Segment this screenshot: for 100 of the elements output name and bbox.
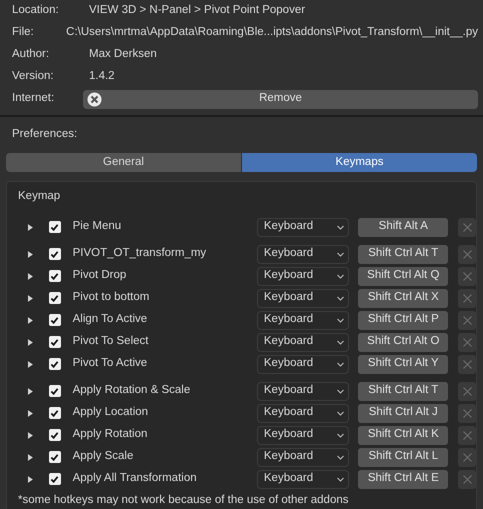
remove-shortcut-button[interactable] <box>458 354 476 374</box>
keymap-item-name: Pie Menu <box>72 219 122 234</box>
input-type-dropdown[interactable]: Keyboard <box>256 218 350 236</box>
shortcut-button[interactable]: Shift Ctrl Alt J <box>358 404 448 422</box>
chevron-down-icon <box>337 476 344 482</box>
remove-shortcut-button[interactable] <box>458 448 476 466</box>
input-type-dropdown[interactable]: Keyboard <box>256 382 350 400</box>
shortcut-button[interactable]: Shift Ctrl Alt K <box>358 426 448 444</box>
tab[interactable]: Keymaps <box>242 153 477 172</box>
shortcut-button[interactable]: Shift Ctrl Alt Q <box>358 266 448 286</box>
keymap-item-name: Align To Active <box>72 312 148 328</box>
shortcut-button[interactable]: Shift Ctrl Alt E <box>358 470 448 488</box>
input-type-dropdown[interactable]: Keyboard <box>256 310 350 330</box>
shortcut-button[interactable]: Shift Ctrl Alt O <box>358 332 448 352</box>
chevron-down-icon <box>337 224 344 230</box>
collapsed-triangle-icon[interactable] <box>27 360 34 368</box>
input-type-dropdown[interactable]: Keyboard <box>256 244 350 264</box>
checkbox[interactable] <box>48 248 61 260</box>
checkmark-icon <box>50 408 60 418</box>
chevron-down-icon <box>337 454 344 460</box>
collapsed-triangle-icon[interactable] <box>27 388 34 394</box>
remove-shortcut-button[interactable] <box>458 426 476 444</box>
collapsed-triangle-icon[interactable] <box>27 294 34 302</box>
shortcut-button[interactable]: Shift Ctrl Alt Y <box>358 354 448 374</box>
shortcut-button[interactable]: Shift Ctrl Alt L <box>358 448 448 466</box>
remove-shortcut-button[interactable] <box>458 266 476 286</box>
checkbox[interactable] <box>48 314 61 326</box>
shortcut-button[interactable]: Shift Ctrl Alt P <box>358 310 448 330</box>
close-circle-icon <box>87 92 102 106</box>
keymap-item-name: Pivot To Active <box>72 356 148 372</box>
checkbox[interactable] <box>48 429 61 441</box>
close-icon <box>462 338 472 346</box>
chevron-down-icon <box>337 252 344 256</box>
keymap-item-name: Apply Scale <box>72 449 134 464</box>
checkbox[interactable] <box>48 292 61 304</box>
remove-shortcut-button[interactable] <box>458 310 476 330</box>
collapsed-triangle-icon[interactable] <box>27 454 34 460</box>
input-type-dropdown[interactable]: Keyboard <box>256 354 350 374</box>
field-label: Author: <box>12 47 50 62</box>
note-text: *some hotkeys may not work because of the use of other addons <box>18 493 348 508</box>
shortcut-button[interactable]: Shift Ctrl Alt T <box>358 244 448 264</box>
checkbox[interactable] <box>48 385 61 397</box>
checkmark-icon <box>50 294 60 302</box>
input-type-dropdown[interactable]: Keyboard <box>256 404 350 422</box>
close-icon <box>462 294 472 302</box>
remove-button[interactable]: Remove <box>83 90 478 108</box>
checkmark-icon <box>50 338 60 346</box>
field-label: Version: <box>12 69 55 84</box>
input-type-dropdown[interactable]: Keyboard <box>256 266 350 286</box>
collapsed-triangle-icon[interactable] <box>27 432 34 438</box>
checkbox[interactable] <box>48 407 61 419</box>
input-type-dropdown[interactable]: Keyboard <box>256 288 350 308</box>
collapsed-triangle-icon[interactable] <box>27 476 34 482</box>
collapsed-triangle-icon[interactable] <box>27 250 34 258</box>
remove-shortcut-button[interactable] <box>458 218 476 236</box>
keymap-item-name: Pivot to bottom <box>72 290 150 306</box>
section-label: Preferences: <box>12 127 78 142</box>
close-icon <box>462 408 472 418</box>
collapsed-triangle-icon[interactable] <box>27 316 34 324</box>
keymap-item-name: Pivot To Select <box>72 334 150 350</box>
chevron-down-icon <box>337 388 344 394</box>
checkbox[interactable] <box>48 451 61 463</box>
field-label: Internet: <box>12 91 56 106</box>
checkbox[interactable] <box>48 336 61 348</box>
input-type-dropdown[interactable]: Keyboard <box>256 426 350 444</box>
remove-shortcut-button[interactable] <box>458 244 476 264</box>
input-type-dropdown[interactable]: Keyboard <box>256 448 350 466</box>
checkbox[interactable] <box>48 270 61 282</box>
close-icon <box>462 452 472 462</box>
checkmark-icon <box>50 272 60 280</box>
checkbox[interactable] <box>48 473 61 485</box>
chevron-down-icon <box>337 432 344 438</box>
remove-shortcut-button[interactable] <box>458 382 476 400</box>
keymap-item-name: Apply Location <box>72 405 150 420</box>
collapsed-triangle-icon[interactable] <box>27 338 34 346</box>
input-type-dropdown[interactable]: Keyboard <box>256 470 350 488</box>
close-icon <box>462 272 472 280</box>
close-icon <box>462 222 472 232</box>
close-icon <box>462 430 472 440</box>
chevron-down-icon <box>337 362 344 366</box>
remove-shortcut-button[interactable] <box>458 404 476 422</box>
remove-shortcut-button[interactable] <box>458 470 476 488</box>
shortcut-button[interactable]: Shift Alt A <box>358 218 448 236</box>
collapsed-triangle-icon[interactable] <box>27 224 34 230</box>
collapsed-triangle-icon[interactable] <box>27 410 34 416</box>
shortcut-button[interactable]: Shift Ctrl Alt X <box>358 288 448 308</box>
close-icon <box>462 360 472 368</box>
chevron-down-icon <box>337 340 344 344</box>
checkbox[interactable] <box>48 358 61 370</box>
checkmark-icon <box>50 386 60 396</box>
keymap-item-name: Pivot Drop <box>72 268 128 284</box>
collapsed-triangle-icon[interactable] <box>27 272 34 280</box>
keymap-item-name: Apply Rotation <box>72 427 148 442</box>
remove-shortcut-button[interactable] <box>458 332 476 352</box>
checkbox[interactable] <box>48 221 61 233</box>
shortcut-button[interactable]: Shift Ctrl Alt T <box>358 382 448 400</box>
tab[interactable]: General <box>6 153 241 172</box>
remove-shortcut-button[interactable] <box>458 288 476 308</box>
input-type-dropdown[interactable]: Keyboard <box>256 332 350 352</box>
close-icon <box>462 474 472 484</box>
